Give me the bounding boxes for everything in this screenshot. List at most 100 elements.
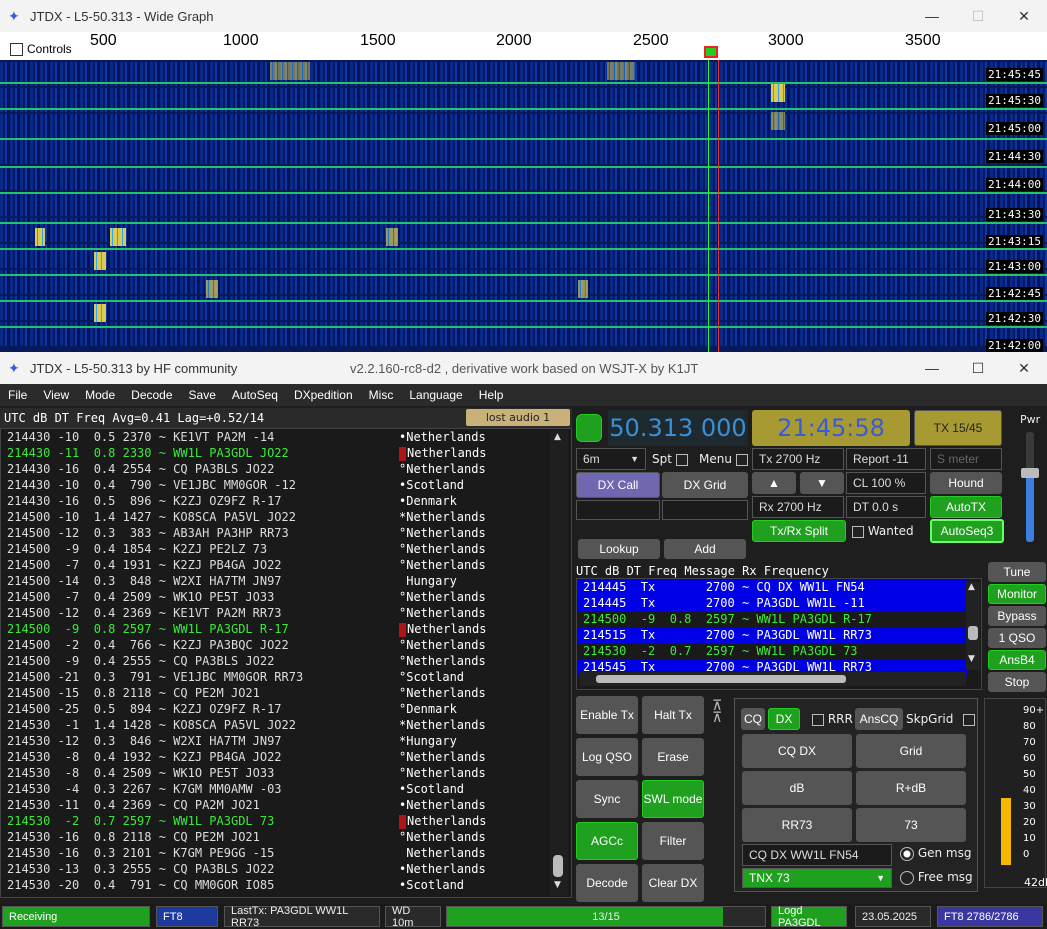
decode-row[interactable]: 214530 -11 0.4 2369 ~ CQ PA2M JO21 •Nethe…	[1, 797, 571, 813]
qso-row[interactable]: 214445 Tx 2700 ~ CQ DX WW1L FN54	[577, 579, 967, 595]
decode-row[interactable]: 214530 -4 0.3 2267 ~ K7GM MM0AMW -03 •Sco…	[1, 781, 571, 797]
lookup-button[interactable]: Lookup	[578, 539, 660, 559]
decode-row[interactable]: 214530 -2 0.7 2597 ~ WW1L PA3GDL 73 Nethe…	[1, 813, 571, 829]
menu-misc[interactable]: Misc	[361, 388, 402, 402]
skpgrid-toggle[interactable]: SkpGrid	[906, 712, 976, 726]
dx-button[interactable]: DX	[768, 708, 800, 730]
agcc-button[interactable]: AGCc	[576, 822, 638, 860]
decode-row[interactable]: 214500 -9 0.8 2597 ~ WW1L PA3GDL R-17 Net…	[1, 621, 571, 637]
decode-row[interactable]: 214530 -20 0.4 791 ~ CQ MM0GOR IO85 •Scot…	[1, 877, 571, 893]
s-meter-field[interactable]: S meter	[930, 448, 1002, 470]
ansb4-button[interactable]: AnsB4	[988, 650, 1046, 670]
decode-row[interactable]: 214430 -10 0.4 790 ~ VE1JBC MM0GOR -12 •S…	[1, 477, 571, 493]
controls-checkbox[interactable]	[10, 42, 23, 56]
decode-row[interactable]: 214530 -12 0.3 846 ~ W2XI HA7TM JN97 *Hun…	[1, 733, 571, 749]
dx-call-input[interactable]	[576, 500, 660, 520]
band-select[interactable]: 6m ▼	[576, 448, 646, 470]
one-qso-button[interactable]: 1 QSO	[988, 628, 1046, 648]
add-button[interactable]: Add	[664, 539, 746, 559]
autoseq3-button[interactable]: AutoSeq3	[930, 519, 1004, 543]
decode-row[interactable]: 214500 -21 0.3 791 ~ VE1JBC MM0GOR RR73 °…	[1, 669, 571, 685]
dx-grid-input[interactable]	[662, 500, 748, 520]
log-qso-button[interactable]: Log QSO	[576, 738, 638, 776]
decode-row[interactable]: 214430 -10 0.5 2370 ~ KE1VT PA2M -14 •Net…	[1, 429, 571, 445]
decode-row[interactable]: 214530 -1 1.4 1428 ~ KO8SCA PA5VL JO22 *N…	[1, 717, 571, 733]
halt-tx-button[interactable]: Halt Tx	[642, 696, 704, 734]
spt-checkbox[interactable]	[675, 453, 688, 466]
stop-button[interactable]: Stop	[988, 672, 1046, 692]
menu-dxpedition[interactable]: DXpedition	[286, 388, 361, 402]
dx-call-button[interactable]: DX Call	[576, 472, 660, 498]
enable-tx-button[interactable]: Enable Tx	[576, 696, 638, 734]
menu-save[interactable]: Save	[181, 388, 224, 402]
maximize-icon[interactable]: ☐	[955, 352, 1001, 384]
decode-row[interactable]: 214500 -15 0.8 2118 ~ CQ PE2M JO21 °Nethe…	[1, 685, 571, 701]
decode-row[interactable]: 214500 -7 0.4 2509 ~ WK1O PE5T JO33 °Neth…	[1, 589, 571, 605]
decode-row[interactable]: 214430 -11 0.8 2330 ~ WW1L PA3GDL JO22 Ne…	[1, 445, 571, 461]
tx-panel-switch-icon[interactable]: ⊼ ⊼	[712, 699, 722, 725]
gen-msg-field[interactable]: CQ DX WW1L FN54	[742, 844, 892, 866]
hound-button[interactable]: Hound	[930, 472, 1002, 494]
power-slider[interactable]	[1021, 432, 1039, 542]
swl-mode-button[interactable]: SWL mode	[642, 780, 704, 818]
cl-field[interactable]: CL 100 %	[846, 472, 926, 494]
minimize-icon[interactable]: —	[909, 352, 955, 384]
maximize-icon[interactable]: ☐	[955, 0, 1001, 32]
tx-frequency-field[interactable]: Tx 2700 Hz	[752, 448, 844, 470]
minimize-icon[interactable]: —	[909, 0, 955, 32]
menu-mode[interactable]: Mode	[77, 388, 123, 402]
qso-row[interactable]: 214500 -9 0.8 2597 ~ WW1L PA3GDL R-17	[577, 611, 967, 627]
qso-scrollbar[interactable]: ▲ ▼	[966, 582, 980, 670]
filter-button[interactable]: Filter	[642, 822, 704, 860]
menu-help[interactable]: Help	[471, 388, 512, 402]
scroll-down-icon[interactable]: ▼	[554, 880, 561, 890]
clear-dx-button[interactable]: Clear DX	[642, 864, 704, 902]
decode-row[interactable]: 214500 -9 0.4 1854 ~ K2ZJ PE2LZ 73 °Nethe…	[1, 541, 571, 557]
free-msg-field[interactable]: TNX 73 ▼	[742, 868, 892, 888]
dt-field[interactable]: DT 0.0 s	[846, 496, 926, 518]
decode-row[interactable]: 214500 -10 1.4 1427 ~ KO8SCA PA5VL JO22 *…	[1, 509, 571, 525]
wanted-toggle[interactable]: Wanted	[852, 524, 914, 538]
decode-row[interactable]: 214530 -8 0.4 1932 ~ K2ZJ PB4GA JO22 °Net…	[1, 749, 571, 765]
decode-row[interactable]: 214500 -9 0.4 2555 ~ CQ PA3BLS JO22 °Neth…	[1, 653, 571, 669]
skpgrid-checkbox[interactable]	[963, 713, 976, 726]
close-icon[interactable]: ✕	[1001, 0, 1047, 32]
rx-frequency-field[interactable]: Rx 2700 Hz	[752, 496, 844, 518]
decode-row[interactable]: 214530 -16 0.3 2101 ~ K7GM PE9GG -15 Net…	[1, 845, 571, 861]
qso-row[interactable]: 214515 Tx 2700 ~ PA3GDL WW1L RR73	[577, 627, 967, 643]
tx-period-button[interactable]: TX 15/45	[914, 410, 1002, 446]
close-icon[interactable]: ✕	[1001, 352, 1047, 384]
autotx-button[interactable]: AutoTX	[930, 496, 1002, 518]
erase-button[interactable]: Erase	[642, 738, 704, 776]
dx-grid-button[interactable]: DX Grid	[662, 472, 748, 498]
report-field[interactable]: Report -11	[846, 448, 926, 470]
menu-toggle[interactable]: Menu	[699, 452, 748, 466]
db-button[interactable]: dB	[742, 771, 852, 805]
spt-toggle[interactable]: Spt	[652, 452, 688, 466]
tx-marker[interactable]	[704, 46, 718, 58]
wanted-checkbox[interactable]	[852, 525, 864, 538]
monitor-button[interactable]: Monitor	[988, 584, 1046, 604]
rr73-button[interactable]: RR73	[742, 808, 852, 842]
tune-button[interactable]: Tune	[988, 562, 1046, 582]
grid-button[interactable]: Grid	[856, 734, 966, 768]
sync-button[interactable]: Sync	[576, 780, 638, 818]
power-slider-knob[interactable]	[1021, 468, 1039, 478]
decode-row[interactable]: 214500 -14 0.3 848 ~ W2XI HA7TM JN97 Hun…	[1, 573, 571, 589]
qso-hscrollbar[interactable]	[580, 672, 966, 686]
decode-row[interactable]: 214430 -16 0.5 896 ~ K2ZJ OZ9FZ R-17 •Den…	[1, 493, 571, 509]
controls-toggle[interactable]: Controls	[10, 42, 72, 56]
frequency-scale[interactable]: Controls 500 1000 1500 2000 2500 3000 35…	[0, 32, 1047, 60]
decode-scrollbar[interactable]: ▲ ▼	[550, 430, 568, 896]
scroll-up-icon[interactable]: ▲	[968, 582, 975, 592]
tx-rx-split-button[interactable]: Tx/Rx Split	[752, 520, 846, 542]
rrr-checkbox[interactable]	[812, 713, 824, 726]
r-db-button[interactable]: R+dB	[856, 771, 966, 805]
free-msg-radio[interactable]: Free msg	[900, 870, 973, 885]
decode-row[interactable]: 214500 -12 0.4 2369 ~ KE1VT PA2M RR73 °Ne…	[1, 605, 571, 621]
decode-row[interactable]: 214430 -16 0.4 2554 ~ CQ PA3BLS JO22 °Net…	[1, 461, 571, 477]
menu-checkbox[interactable]	[735, 453, 748, 466]
decode-row[interactable]: 214500 -12 0.3 383 ~ AB3AH PA3HP RR73 °Ne…	[1, 525, 571, 541]
freq-down-button[interactable]: ▼	[800, 472, 844, 494]
decode-row[interactable]: 214530 -8 0.4 2509 ~ WK1O PE5T JO33 °Neth…	[1, 765, 571, 781]
